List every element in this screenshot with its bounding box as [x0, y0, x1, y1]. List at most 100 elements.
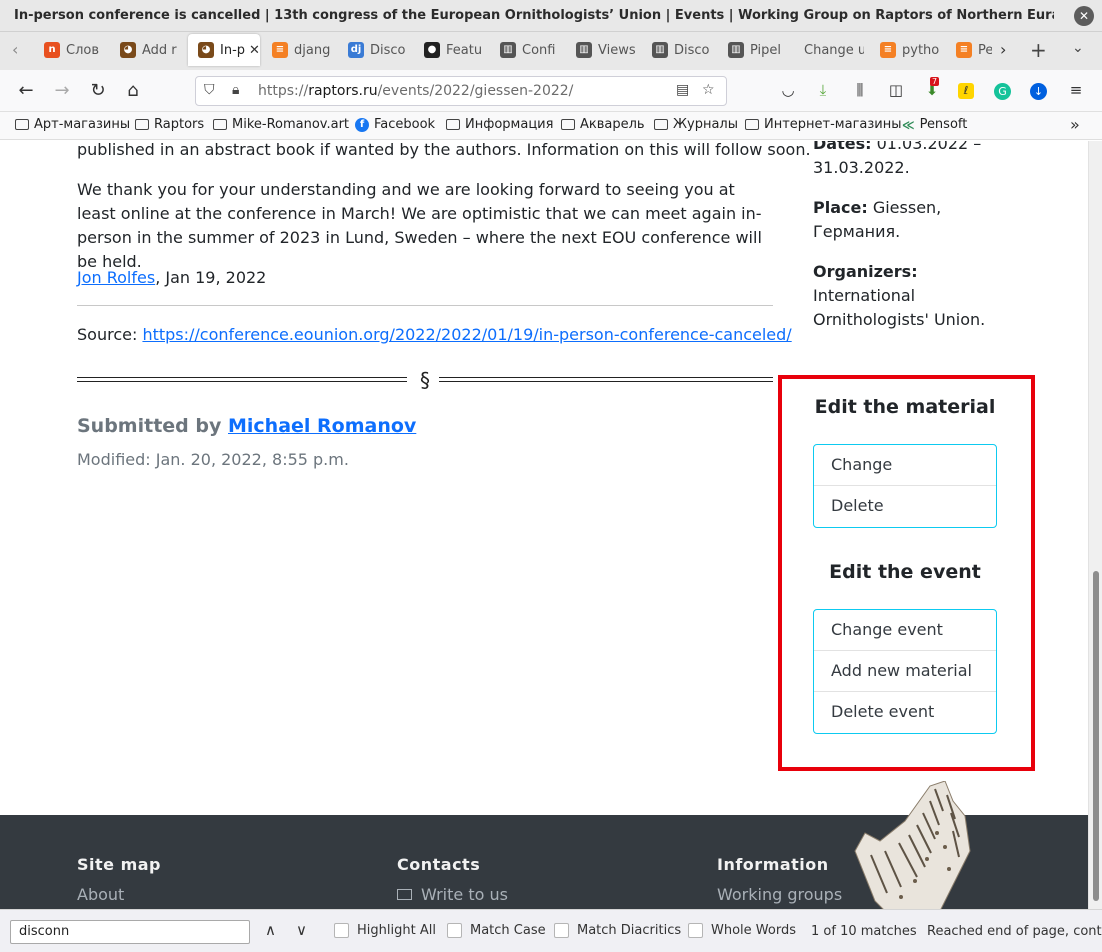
find-next-icon[interactable]: ∨ — [296, 921, 307, 939]
pocket-icon[interactable]: ◡ — [778, 81, 798, 99]
tab-6[interactable]: ▥ Confi — [490, 34, 560, 66]
tab-strip: ‹ n Слов ◕ Add r ◕ In-p ✕ ≡ djang dj Disco ● Featu ▥ C… — [0, 32, 1102, 70]
library-icon[interactable]: ⫼ — [850, 81, 870, 99]
tab-favicon-icon: ▥ — [652, 42, 668, 58]
window-close-button[interactable]: ✕ — [1074, 6, 1094, 26]
whole-words-checkbox[interactable]: Whole Words — [688, 923, 796, 938]
bookmark-item[interactable]: Арт-магазины — [15, 117, 130, 132]
tab-label: Pe — [978, 42, 992, 58]
tab-12[interactable]: ≡ Pe — [946, 34, 992, 66]
footer-about-link[interactable]: About — [77, 885, 124, 904]
bookmark-item[interactable]: Информация — [446, 117, 553, 132]
window-title: In-person conference is cancelled | 13th… — [14, 8, 1054, 23]
author-link[interactable]: Jon Rolfes — [77, 268, 155, 287]
facebook-icon: f — [355, 117, 369, 132]
footer-write-to-us-link[interactable]: Write to us — [397, 885, 508, 904]
back-arrow-icon[interactable]: ← — [15, 80, 37, 101]
bookmark-label: Raptors — [154, 117, 205, 132]
hamburger-menu-icon[interactable]: ≡ — [1066, 81, 1086, 99]
tab-11[interactable]: ≡ pytho — [870, 34, 940, 66]
bookmark-item[interactable]: Акварель — [561, 117, 645, 132]
source-link[interactable]: https://conference.eounion.org/2022/2022… — [142, 325, 791, 344]
url-text[interactable]: https://raptors.ru/events/2022/giessen-2… — [258, 83, 573, 99]
delete-material-button[interactable]: Delete — [814, 486, 996, 527]
new-tab-icon[interactable]: + — [1030, 38, 1047, 62]
edit-material-heading: Edit the material — [814, 396, 996, 418]
tab-label: pytho — [902, 42, 940, 58]
reader-view-icon[interactable]: ▤ — [676, 82, 689, 98]
page-viewport: published in an abstract book if wanted … — [0, 141, 1088, 909]
find-input[interactable]: disconn — [10, 920, 250, 944]
download-icon[interactable]: ⤓ — [813, 81, 833, 99]
match-diacritics-label: Match Diacritics — [577, 923, 682, 938]
folder-icon — [654, 119, 668, 130]
add-new-material-button[interactable]: Add new material — [814, 651, 996, 692]
tab-0[interactable]: n Слов — [34, 34, 104, 66]
bookmark-label: Арт-магазины — [34, 117, 131, 132]
tab-9[interactable]: ▥ Pipel — [718, 34, 788, 66]
change-material-button[interactable]: Change — [814, 445, 996, 486]
page-scrollbar[interactable] — [1088, 141, 1102, 909]
checkbox-box[interactable] — [688, 923, 703, 938]
tab-8[interactable]: ▥ Disco — [642, 34, 712, 66]
shield-icon[interactable]: ⛉ — [204, 82, 215, 98]
forward-arrow-icon[interactable]: → — [51, 80, 73, 101]
highlight-all-checkbox[interactable]: Highlight All — [334, 923, 436, 938]
match-diacritics-checkbox[interactable]: Match Diacritics — [554, 923, 681, 938]
bookmark-item[interactable]: f Facebook — [355, 117, 435, 132]
footer-working-groups-link[interactable]: Working groups — [717, 885, 842, 904]
tab-list-chevron-down-icon[interactable]: ⌄ — [1072, 40, 1084, 56]
dates-label: Dates: — [813, 141, 872, 153]
source-label: Source: — [77, 325, 143, 344]
tab-7[interactable]: ▥ Views — [566, 34, 636, 66]
url-bar[interactable]: ⛉ 🔒︎ https://raptors.ru/events/2022/gies… — [195, 76, 727, 106]
bookmark-item[interactable]: Журналы — [654, 117, 738, 132]
tab-4[interactable]: dj Disco — [338, 34, 408, 66]
submitter-link[interactable]: Michael Romanov — [228, 415, 416, 437]
bookmarks-overflow-icon[interactable]: » — [1070, 115, 1080, 134]
tab-1[interactable]: ◕ Add r — [110, 34, 182, 66]
checkbox-box[interactable] — [447, 923, 462, 938]
tabs-scroll-right-icon[interactable]: › — [1000, 40, 1006, 59]
grammarly-icon[interactable]: G — [994, 83, 1011, 100]
checkbox-box[interactable] — [554, 923, 569, 938]
checkbox-box[interactable] — [334, 923, 349, 938]
section-divider: § — [77, 367, 773, 393]
tabs-scroll-left-icon[interactable]: ‹ — [12, 40, 18, 59]
download-manager-icon[interactable]: ↓ — [1030, 83, 1047, 100]
event-place: Place: Giessen, Германия. — [813, 196, 1013, 244]
bookmark-item[interactable]: Mike-Romanov.art — [213, 117, 349, 132]
folder-icon — [135, 119, 149, 130]
match-case-checkbox[interactable]: Match Case — [447, 923, 546, 938]
match-case-label: Match Case — [470, 923, 546, 938]
tab-2[interactable]: ◕ In-p ✕ — [188, 34, 260, 66]
envelope-icon — [397, 889, 412, 900]
place-label: Place: — [813, 198, 868, 217]
lock-icon[interactable]: 🔒︎ — [232, 82, 239, 98]
organizers-value-1: International — [813, 286, 916, 305]
change-event-button[interactable]: Change event — [814, 610, 996, 651]
scrollbar-thumb[interactable] — [1093, 571, 1099, 901]
extension-badge: 7 — [930, 77, 940, 86]
bookmark-item[interactable]: Интернет-магазины — [745, 117, 902, 132]
bookmark-item[interactable]: Raptors — [135, 117, 204, 132]
pensoft-icon: ≪ — [902, 117, 915, 132]
delete-event-button[interactable]: Delete event — [814, 692, 996, 733]
lingva-extension-icon[interactable]: ℓ — [958, 83, 974, 99]
tab-5[interactable]: ● Featu — [414, 34, 484, 66]
bookmark-label: Журналы — [673, 117, 738, 132]
bookmark-item[interactable]: ≪ Pensoft — [902, 117, 967, 132]
tab-10[interactable]: Change u — [794, 34, 864, 66]
find-previous-icon[interactable]: ∧ — [265, 921, 276, 939]
bookmark-star-icon[interactable]: ☆ — [702, 82, 715, 98]
tab-3[interactable]: ≡ djang — [262, 34, 332, 66]
organizers-label: Organizers: — [813, 262, 918, 281]
tab-label: Views — [598, 42, 636, 58]
sidebar-icon[interactable]: ◫ — [886, 81, 906, 99]
url-path: /events/2022/giessen-2022/ — [377, 83, 574, 99]
tab-label: Слов — [66, 42, 100, 58]
home-icon[interactable]: ⌂ — [122, 80, 144, 101]
edit-event-menu: Change event Add new material Delete eve… — [813, 609, 997, 734]
tab-close-icon[interactable]: ✕ — [249, 43, 260, 58]
reload-icon[interactable]: ↻ — [87, 80, 109, 101]
